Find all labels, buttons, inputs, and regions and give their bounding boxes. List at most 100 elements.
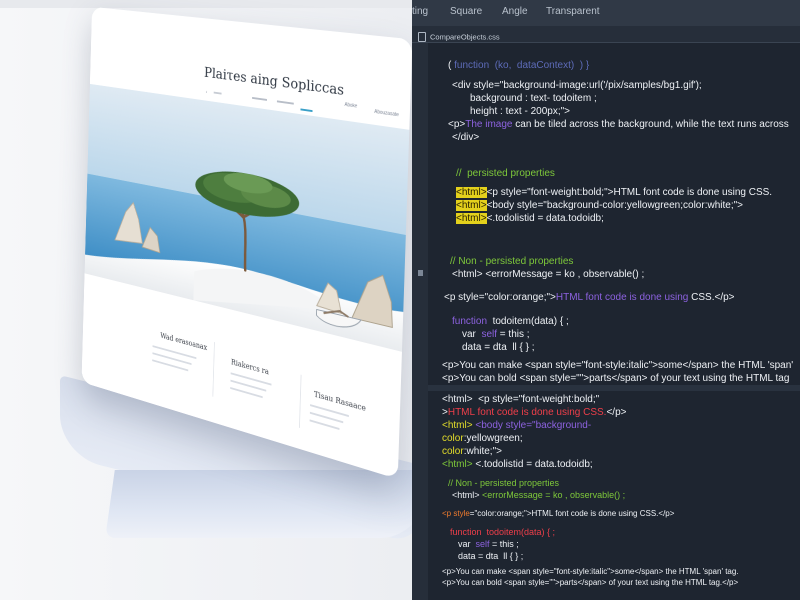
- code-line[interactable]: var self = this ;: [462, 329, 530, 340]
- device-stand: [105, 470, 412, 538]
- fold-marker-icon[interactable]: [418, 270, 423, 276]
- code-line[interactable]: >HTML font code is done using CSS.</p>: [442, 407, 626, 418]
- menu-item-angle[interactable]: Angle: [502, 6, 528, 17]
- code-line[interactable]: <div style="background-image:url('/pix/s…: [452, 80, 702, 91]
- code-line[interactable]: <p>You can bold <span style="">parts</sp…: [442, 373, 789, 384]
- code-token: CSS.</p>: [688, 292, 735, 303]
- code-line[interactable]: // Non - persisted properties: [448, 478, 559, 488]
- menu-item-square[interactable]: Square: [450, 6, 482, 17]
- code-line[interactable]: <p style="color:orange;">HTML font code …: [442, 509, 674, 518]
- code-line[interactable]: <p>The image can be tiled across the bac…: [448, 119, 789, 130]
- split-divider[interactable]: [428, 385, 800, 391]
- code-token: function: [452, 316, 488, 327]
- code-line[interactable]: // Non - persisted properties: [450, 256, 573, 267]
- code-token: self: [475, 539, 490, 549]
- menu-item-ting[interactable]: ting: [412, 6, 428, 17]
- code-line[interactable]: data = dta ll { } ;: [462, 342, 535, 353]
- code-line[interactable]: <p>You can bold <span style="">parts</sp…: [442, 578, 738, 587]
- feature-divider: [298, 374, 302, 429]
- code-line[interactable]: height : text - 200px;">: [470, 106, 570, 117]
- code-token: :yellowgreen;: [463, 433, 523, 444]
- nav-link-contact[interactable]: Abouzasate: [374, 109, 399, 118]
- line-gutter: [412, 43, 428, 600]
- code-line[interactable]: function todoitem(data) { ;: [450, 527, 555, 537]
- code-line[interactable]: <p>You can make <span style="font-style:…: [442, 567, 739, 576]
- code-token: // Non - persisted properties: [448, 478, 560, 488]
- feature-title: Tisau Rasaace: [313, 389, 366, 413]
- code-token: data = dta ll { } ;: [458, 551, 524, 561]
- code-token: can be tiled across the background, whil…: [512, 119, 789, 130]
- code-token: var: [458, 539, 476, 549]
- code-line[interactable]: </div>: [452, 132, 479, 143]
- code-token: function todoitem(data) { ;: [450, 527, 556, 537]
- code-editor: ting Square Angle Transparent CompareObj…: [412, 0, 800, 600]
- nav-link-placeholder[interactable]: [213, 91, 222, 95]
- code-line[interactable]: background : text- todoitem ;: [470, 93, 597, 104]
- code-line[interactable]: <html> <p style="font-weight:bold;": [442, 394, 599, 405]
- code-token: </div>: [452, 132, 480, 143]
- site-title: Plaiτes aing Sopliccas: [203, 63, 345, 99]
- code-line[interactable]: // persisted properties: [456, 168, 555, 179]
- top-strip: [0, 0, 412, 8]
- menubar: ting Square Angle Transparent: [412, 0, 800, 26]
- code-token: HTML font code is done using: [555, 292, 689, 303]
- code-token: :white;">: [463, 446, 502, 457]
- code-token: HTML font code is done using CSS.: [447, 407, 607, 418]
- tab-compareobjects[interactable]: CompareObjects.css: [418, 28, 500, 42]
- code-token: = this ;: [497, 329, 530, 340]
- nav-active-indicator: [300, 108, 313, 113]
- nav-link-placeholder[interactable]: [252, 96, 267, 101]
- code-token: <body style="background-color:yellowgree…: [486, 200, 743, 211]
- mockup-panel: Plaiτes aing Sopliccas ‹ Aboke Abouzasat…: [0, 0, 412, 600]
- code-token: <.todolistid = data.todoidb;: [486, 213, 604, 224]
- code-token: <.todolistid = data.todoidb;: [472, 459, 593, 470]
- code-token: <html>: [442, 459, 473, 470]
- code-line[interactable]: var self = this ;: [458, 539, 519, 549]
- code-token: self: [481, 329, 498, 340]
- tab-label: CompareObjects.css: [430, 32, 500, 42]
- code-line[interactable]: <html><p style="font-weight:bold;">HTML …: [456, 187, 772, 198]
- code-line[interactable]: color:yellowgreen;: [442, 433, 523, 444]
- code-line[interactable]: <p style="color:orange;">HTML font code …: [444, 292, 735, 303]
- code-token: background : text- todoitem ;: [470, 93, 597, 104]
- back-arrow-icon: ‹: [205, 89, 208, 96]
- code-token: <p style="color:orange;">: [444, 292, 556, 303]
- code-token: <p>You can bold <span style="">parts</sp…: [442, 578, 739, 587]
- code-token: <html>: [442, 420, 473, 431]
- file-icon: [418, 31, 426, 42]
- code-line[interactable]: <html><body style="background-color:yell…: [456, 200, 743, 211]
- code-line[interactable]: function todoitem(data) { ;: [452, 316, 569, 327]
- code-line[interactable]: data = dta ll { } ;: [458, 551, 523, 561]
- code-line[interactable]: <html> <body style="background-: [442, 420, 591, 431]
- code-token: <div style="background-image:url('/pix/s…: [452, 80, 702, 91]
- menu-item-transparent[interactable]: Transparent: [546, 6, 600, 17]
- code-line[interactable]: <html> <.todolistid = data.todoidb;: [442, 459, 593, 470]
- nav-link-placeholder[interactable]: [276, 100, 294, 105]
- nav-link-about[interactable]: Aboke: [344, 102, 357, 110]
- code-token: <p>You can make <span style="font-style:…: [442, 567, 739, 576]
- tab-bar: CompareObjects.css: [412, 26, 800, 43]
- code-token: <html> <errorMessage = ko , observable()…: [452, 269, 645, 280]
- code-token: </p>: [606, 407, 627, 418]
- code-token: <html>: [456, 213, 487, 224]
- feature-text-line: [309, 419, 340, 430]
- code-token: <p>: [448, 119, 466, 130]
- code-token: var: [462, 329, 482, 340]
- code-line[interactable]: <html> <errorMessage = ko , observable()…: [452, 490, 625, 500]
- code-token: <html>: [456, 187, 487, 198]
- code-token: <p style: [442, 509, 470, 518]
- code-token: todoitem(data) { ;: [487, 316, 569, 327]
- code-line[interactable]: ( function (ko, dataContext) ) }: [448, 60, 589, 71]
- code-token: data = dta ll { } ;: [462, 342, 535, 353]
- code-line[interactable]: <p>You can make <span style="font-style:…: [442, 360, 793, 371]
- code-token: = this ;: [489, 539, 519, 549]
- code-token: // persisted properties: [456, 168, 555, 179]
- code-token: <html>: [456, 200, 487, 211]
- code-line[interactable]: <html> <errorMessage = ko , observable()…: [452, 269, 644, 280]
- code-line[interactable]: <html><.todolistid = data.todoidb;: [456, 213, 604, 224]
- code-token: <p>You can make <span style="font-style:…: [442, 360, 794, 371]
- code-line[interactable]: color:white;">: [442, 446, 502, 457]
- code-token: <body style="background-: [472, 420, 592, 431]
- code-token: ="color:orange;">HTML font code is done …: [469, 509, 675, 518]
- feature-divider: [212, 342, 215, 397]
